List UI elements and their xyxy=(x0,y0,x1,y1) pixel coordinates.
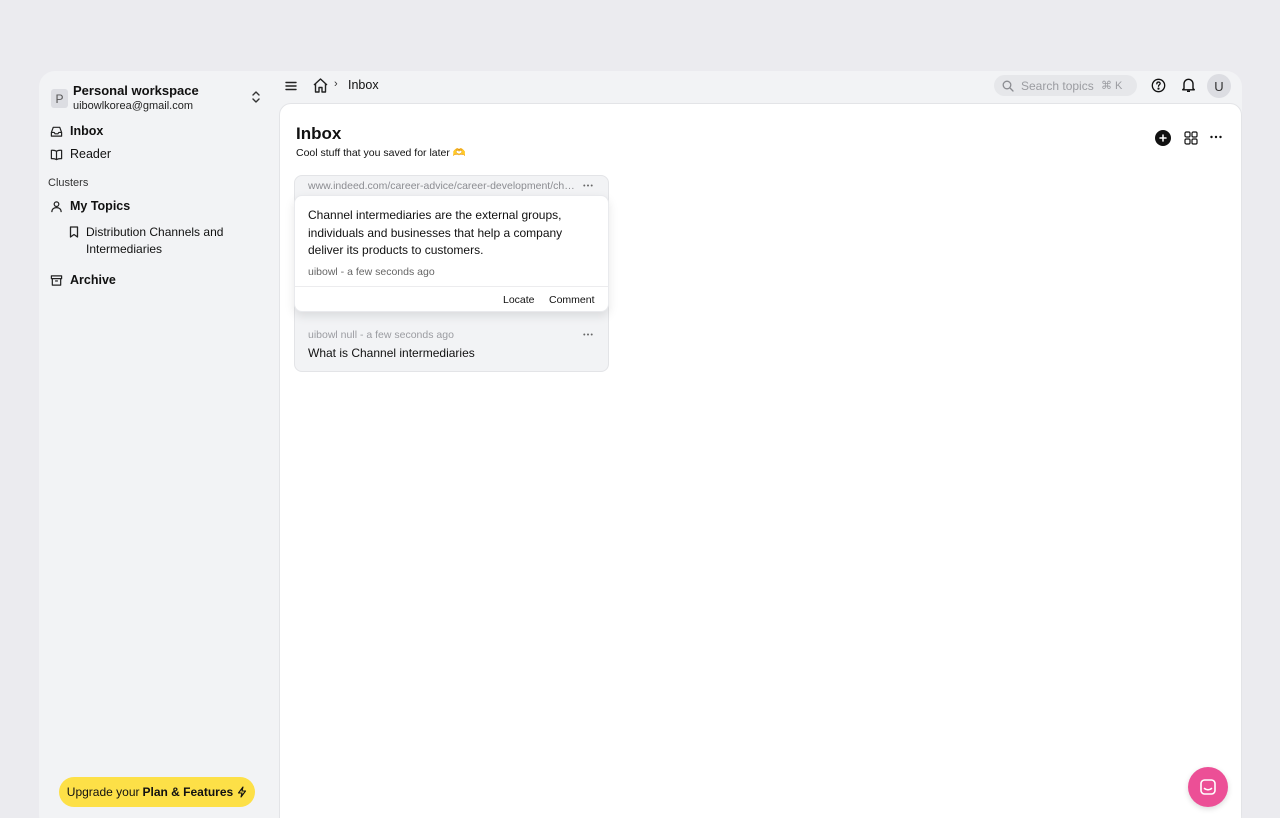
sidebar-item-label: Inbox xyxy=(70,124,104,138)
sidebar-item-archive[interactable]: Archive xyxy=(49,270,116,290)
workspace-name: Personal workspace xyxy=(73,83,199,98)
plus-icon xyxy=(1159,134,1167,142)
note-meta: uibowl null - a few seconds ago xyxy=(308,329,454,341)
bell-icon[interactable] xyxy=(1181,77,1196,93)
card-divider xyxy=(295,286,608,287)
card-more-button[interactable] xyxy=(581,179,595,191)
grid-view-icon[interactable] xyxy=(1184,131,1198,145)
sidebar-item-my-topics[interactable]: My Topics xyxy=(49,196,130,216)
home-icon[interactable] xyxy=(312,77,329,94)
upgrade-prefix: Upgrade your xyxy=(66,785,140,799)
workspace-email: uibowlkorea@gmail.com xyxy=(73,100,193,112)
bookmark-icon xyxy=(69,224,79,243)
clusters-label: Clusters xyxy=(48,177,89,189)
more-options-button[interactable] xyxy=(1209,130,1223,144)
quote-panel: Channel intermediaries are the external … xyxy=(294,195,609,312)
locate-button[interactable]: Locate xyxy=(503,294,535,306)
menu-icon[interactable] xyxy=(284,79,298,93)
add-button[interactable] xyxy=(1155,130,1171,146)
chat-button[interactable] xyxy=(1188,767,1228,807)
sidebar-item-label: Distribution Channels and Intermediaries xyxy=(86,225,224,256)
sidebar-item-label: Archive xyxy=(70,273,116,287)
sidebar-item-reader[interactable]: Reader xyxy=(49,144,111,164)
workspace-avatar: P xyxy=(51,89,68,108)
breadcrumb-current: Inbox xyxy=(348,78,379,92)
bolt-icon xyxy=(237,786,247,798)
quote-meta: uibowl - a few seconds ago xyxy=(308,266,435,278)
search-shortcut: ⌘ K xyxy=(1101,80,1123,92)
sidebar: P Personal workspace uibowlkorea@gmail.c… xyxy=(39,71,278,818)
search-input[interactable] xyxy=(1021,78,1099,93)
chevron-up-down-icon[interactable] xyxy=(249,89,263,105)
upgrade-bold: Plan & Features xyxy=(142,785,234,799)
upgrade-button[interactable]: Upgrade your Plan & Features xyxy=(59,777,255,807)
breadcrumb-separator: › xyxy=(334,78,338,90)
main-panel: Inbox Cool stuff that you saved for late… xyxy=(279,103,1242,818)
app-window: P Personal workspace uibowlkorea@gmail.c… xyxy=(39,71,1242,818)
inbox-icon xyxy=(49,124,63,138)
page-subtitle: Cool stuff that you saved for later 🫶 xyxy=(296,147,466,159)
user-icon xyxy=(49,199,63,213)
card-source-url[interactable]: www.indeed.com/career-advice/career-deve… xyxy=(308,180,578,192)
help-icon[interactable] xyxy=(1151,78,1166,93)
book-open-icon xyxy=(49,147,63,161)
highlight-card[interactable]: www.indeed.com/career-advice/career-deve… xyxy=(294,175,609,372)
page-title: Inbox xyxy=(296,124,342,143)
workspace-switcher[interactable]: P Personal workspace uibowlkorea@gmail.c… xyxy=(49,83,269,113)
ellipsis-icon xyxy=(583,184,593,186)
ellipsis-icon xyxy=(583,333,593,335)
sidebar-item-label: Reader xyxy=(70,147,111,161)
archive-icon xyxy=(49,273,63,287)
note-text: What is Channel intermediaries xyxy=(308,346,475,360)
search-bar[interactable]: ⌘ K xyxy=(994,75,1137,96)
quote-text: Channel intermediaries are the external … xyxy=(308,208,563,257)
sidebar-item-topic[interactable]: Distribution Channels and Intermediaries xyxy=(69,224,249,258)
search-icon xyxy=(1002,80,1014,92)
ellipsis-icon xyxy=(1210,135,1222,139)
chat-icon xyxy=(1200,779,1216,795)
sidebar-item-label: My Topics xyxy=(70,199,131,213)
comment-button[interactable]: Comment xyxy=(549,294,595,306)
user-avatar[interactable]: U xyxy=(1207,74,1231,98)
note-more-button[interactable] xyxy=(581,328,595,340)
sidebar-item-inbox[interactable]: Inbox xyxy=(49,121,103,141)
